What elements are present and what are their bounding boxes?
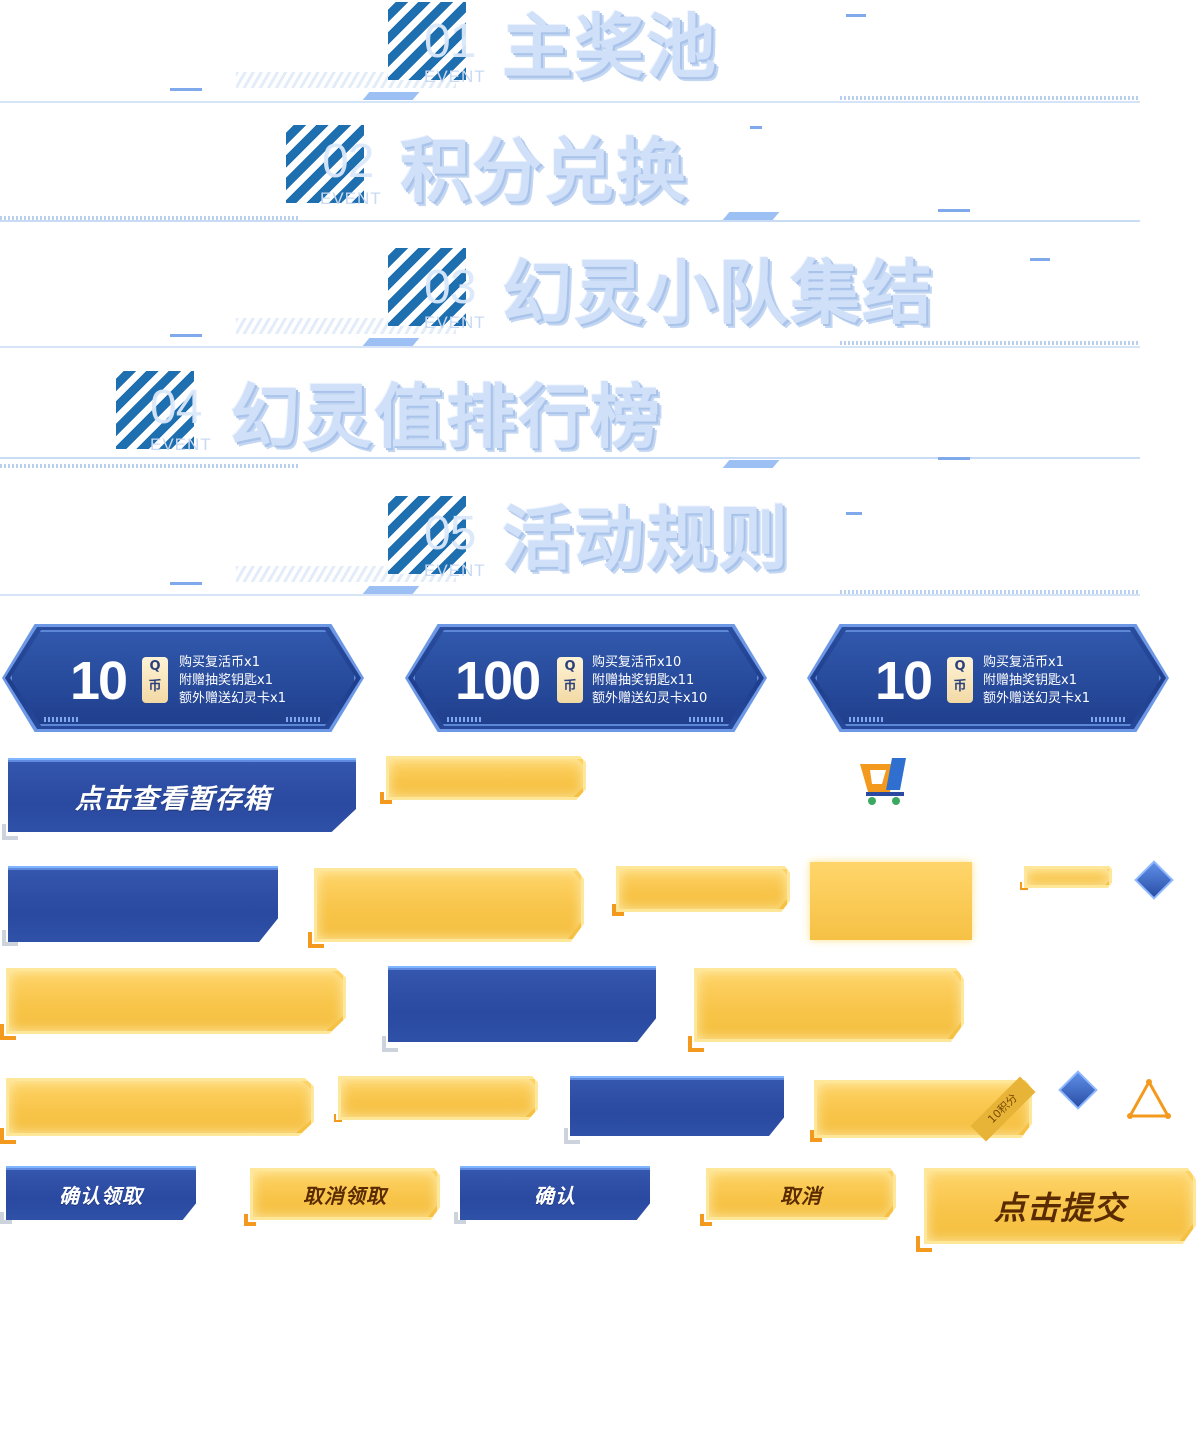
section-header-04: 04 EVENT 幻灵值排行榜	[0, 360, 1200, 480]
section-number: 04	[150, 381, 202, 434]
blue-button-blank[interactable]	[570, 1076, 784, 1136]
gold-panel	[810, 862, 972, 940]
blue-button-blank[interactable]	[388, 966, 656, 1042]
card-amount: 100	[455, 651, 541, 711]
points-button[interactable]: 10积分	[814, 1076, 1036, 1142]
section-event-label: EVENT	[424, 561, 486, 580]
section-title: 主奖池	[502, 6, 718, 88]
corner-mark	[688, 1036, 704, 1052]
card-amount: 10	[875, 651, 933, 711]
corner-mark	[810, 1130, 822, 1142]
gold-button-blank[interactable]	[314, 868, 584, 942]
view-storage-button[interactable]: 点击查看暂存箱	[8, 758, 356, 832]
confirm-label: 确认	[534, 1183, 576, 1208]
corner-mark	[380, 792, 392, 804]
corner-mark	[0, 1128, 16, 1144]
gold-button-blank[interactable]	[616, 866, 790, 912]
card-description: 购买复活币x10 附赠抽奖钥匙x11 额外赠送幻灵卡x10	[592, 655, 708, 706]
confirm-claim-label: 确认领取	[59, 1183, 143, 1208]
qcoin-tag: Q币	[142, 657, 168, 703]
section-event-label: EVENT	[424, 67, 486, 86]
section-header-05: 05 EVENT 活动规则	[0, 480, 1200, 600]
corner-mark	[612, 904, 624, 916]
diamond-icon	[1137, 863, 1171, 897]
card-description: 购买复活币x1 附赠抽奖钥匙x1 额外赠送幻灵卡x1	[179, 655, 286, 706]
corner-mark	[916, 1236, 932, 1252]
corner-mark	[2, 930, 18, 946]
triangle-icon	[1126, 1078, 1172, 1120]
diamond-icon	[1061, 1073, 1095, 1107]
gold-button-blank[interactable]	[386, 756, 586, 800]
section-header-02: 02 EVENT 积分兑换	[0, 120, 1200, 240]
submit-button[interactable]: 点击提交	[924, 1168, 1196, 1244]
confirm-claim-button[interactable]: 确认领取	[6, 1166, 196, 1220]
card-description: 购买复活币x1 附赠抽奖钥匙x1 额外赠送幻灵卡x1	[983, 655, 1090, 706]
corner-mark	[334, 1114, 342, 1122]
cancel-claim-label: 取消领取	[303, 1183, 387, 1208]
view-storage-label: 点击查看暂存箱	[75, 783, 271, 815]
gold-button-blank[interactable]	[694, 968, 964, 1042]
recharge-card-100[interactable]: 100 Q币 购买复活币x10 附赠抽奖钥匙x11 额外赠送幻灵卡x10	[405, 624, 767, 732]
section-title: 积分兑换	[400, 130, 688, 212]
corner-mark	[564, 1128, 580, 1144]
corner-mark	[1020, 882, 1028, 890]
corner-mark	[244, 1214, 256, 1226]
card-amount: 10	[70, 651, 128, 711]
section-title: 幻灵值排行榜	[230, 376, 662, 458]
cancel-claim-button[interactable]: 取消领取	[250, 1168, 440, 1220]
qcoin-tag: Q币	[557, 657, 583, 703]
section-number: 01	[424, 15, 476, 68]
confirm-button[interactable]: 确认	[460, 1166, 650, 1220]
recharge-card-10-alt[interactable]: 10 Q币 购买复活币x1 附赠抽奖钥匙x1 额外赠送幻灵卡x1	[807, 624, 1169, 732]
shopping-cart-icon	[856, 752, 920, 808]
section-number: 05	[424, 507, 476, 560]
section-number: 02	[322, 135, 374, 188]
submit-label: 点击提交	[993, 1189, 1126, 1227]
section-header-03: 03 EVENT 幻灵小队集结	[0, 240, 1200, 360]
corner-mark	[308, 932, 324, 948]
corner-mark	[2, 824, 18, 840]
cancel-button[interactable]: 取消	[706, 1168, 896, 1220]
section-title: 活动规则	[502, 498, 790, 580]
corner-mark	[382, 1036, 398, 1052]
gold-button-blank[interactable]	[6, 1078, 314, 1136]
gold-button-small[interactable]	[1024, 866, 1112, 888]
section-event-label: EVENT	[424, 313, 486, 332]
section-title: 幻灵小队集结	[502, 252, 934, 334]
corner-mark	[0, 1024, 16, 1040]
section-event-label: EVENT	[320, 189, 382, 208]
cancel-label: 取消	[780, 1183, 822, 1208]
recharge-card-10[interactable]: 10 Q币 购买复活币x1 附赠抽奖钥匙x1 额外赠送幻灵卡x1	[2, 624, 364, 732]
qcoin-tag: Q币	[947, 657, 973, 703]
section-header-01: 01 EVENT 主奖池	[0, 0, 1200, 120]
section-event-label: EVENT	[150, 435, 212, 454]
corner-mark	[454, 1212, 466, 1224]
corner-mark	[700, 1214, 712, 1226]
corner-mark	[0, 1212, 12, 1224]
gold-button-blank[interactable]	[338, 1076, 538, 1120]
gold-button-blank[interactable]	[6, 968, 346, 1034]
blue-button-blank[interactable]	[8, 866, 278, 942]
section-number: 03	[424, 261, 476, 314]
